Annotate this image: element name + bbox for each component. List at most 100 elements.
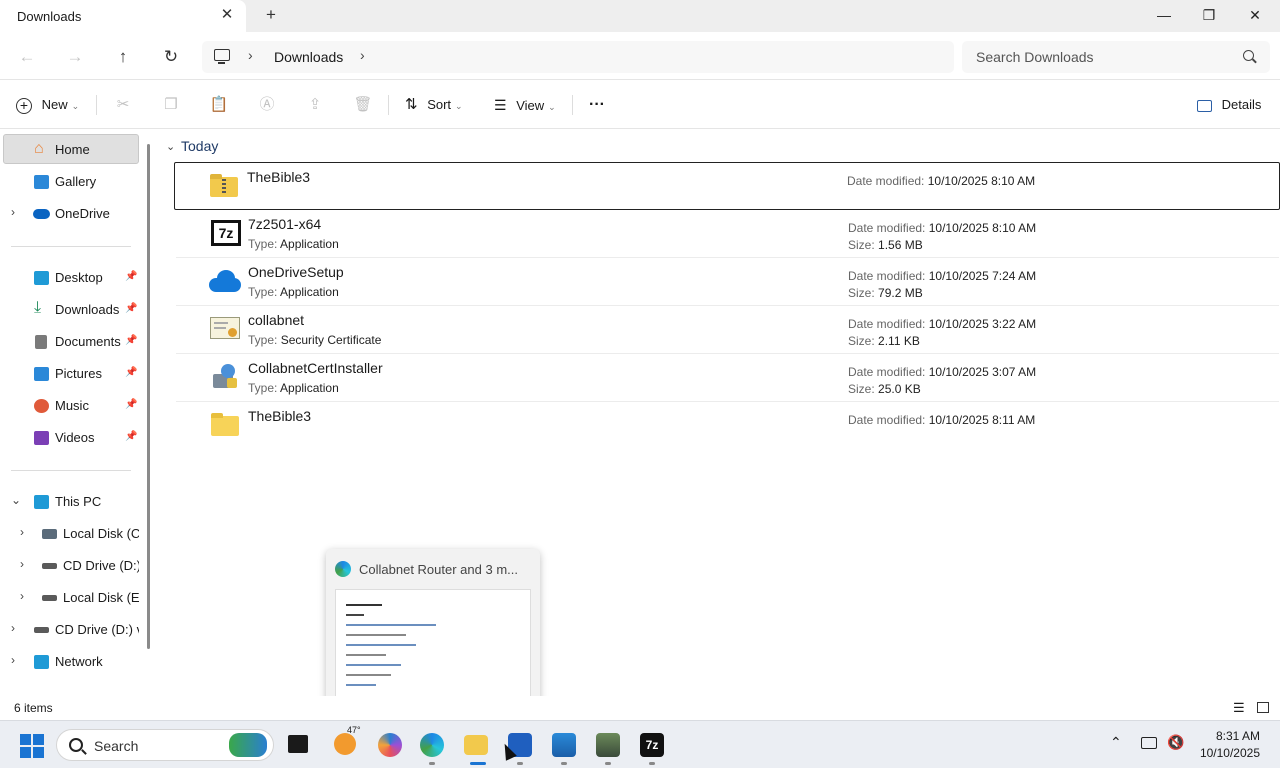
pin-icon[interactable]: 📌 — [125, 399, 137, 410]
search-icon[interactable] — [1243, 50, 1254, 61]
breadcrumb-separator-icon[interactable]: › — [360, 47, 365, 63]
sidebar-item-home[interactable]: ⌂ Home — [3, 134, 139, 164]
sort-button[interactable]: ⇅ Sort ⌄ — [405, 93, 463, 117]
app-icon[interactable] — [552, 733, 576, 757]
cut-icon[interactable]: ✂ — [111, 93, 135, 117]
copy-icon[interactable]: ❐ — [159, 93, 183, 117]
copilot-icon[interactable] — [378, 733, 402, 757]
videos-icon — [34, 431, 49, 445]
home-icon: ⌂ — [34, 140, 44, 157]
chevron-right-icon[interactable]: › — [20, 589, 24, 603]
clock-time[interactable]: 8:31 AM — [1202, 729, 1260, 743]
network-status-icon[interactable] — [1141, 737, 1157, 749]
sidebar-item-cd-drive-d-virtual[interactable]: › CD Drive (D:) vir — [0, 615, 140, 645]
forward-button[interactable]: → — [62, 44, 88, 70]
clock-date[interactable]: 10/10/2025 — [1194, 746, 1260, 760]
address-bar[interactable]: › Downloads › — [202, 41, 954, 73]
sidebar-item-videos[interactable]: Videos 📌 — [0, 423, 140, 453]
chevron-right-icon[interactable]: › — [11, 653, 15, 667]
rename-icon[interactable]: Ⓐ — [255, 93, 279, 117]
sidebar-item-onedrive[interactable]: › OneDrive — [0, 199, 140, 229]
chevron-right-icon[interactable]: › — [20, 557, 24, 571]
tiles-view-icon[interactable] — [1257, 702, 1269, 713]
pin-icon[interactable]: 📌 — [125, 271, 137, 282]
search-input[interactable]: Search Downloads — [962, 41, 1270, 73]
sidebar-item-local-disk-c[interactable]: › Local Disk (C:) — [0, 519, 140, 549]
navigation-pane: ⌂ Home Gallery › OneDrive Desktop 📌 ⤓ Do… — [0, 130, 157, 696]
taskbar-thumbnail-preview[interactable]: Collabnet Router and 3 m... — [326, 549, 540, 707]
sidebar-item-downloads[interactable]: ⤓ Downloads 📌 — [0, 295, 140, 325]
breadcrumb-separator-icon[interactable]: › — [248, 47, 253, 63]
sidebar-scrollbar[interactable] — [147, 144, 150, 649]
paste-icon[interactable]: 📋 — [207, 93, 231, 117]
search-placeholder: Search Downloads — [976, 49, 1094, 65]
up-button[interactable]: ↑ — [110, 44, 136, 70]
chevron-down-icon[interactable]: ⌄ — [11, 493, 21, 507]
chevron-right-icon[interactable]: › — [11, 621, 15, 635]
see-more-button[interactable]: ··· — [589, 93, 605, 117]
close-button[interactable]: ✕ — [1232, 0, 1278, 32]
7zip-icon[interactable]: 7z — [640, 733, 664, 757]
7zip-icon: 7z — [209, 218, 241, 248]
sidebar-item-documents[interactable]: Documents 📌 — [0, 327, 140, 357]
chevron-up-icon[interactable]: ⌃ — [1110, 734, 1122, 751]
sidebar-item-label: Pictures — [55, 366, 102, 381]
minimize-button[interactable]: — — [1141, 0, 1187, 32]
taskbar: Search 47° 7z ⌃ 🔇 8:31 AM 10/10/2025 — [0, 720, 1280, 768]
tab-close-icon[interactable]: ✕ — [218, 6, 236, 24]
installer-icon[interactable] — [596, 733, 620, 757]
group-header-today[interactable]: Today — [181, 138, 218, 154]
file-row[interactable]: TheBible3 Date modified: 10/10/2025 8:10… — [174, 162, 1280, 210]
weather-icon[interactable] — [334, 733, 356, 755]
file-type: Type: Application — [248, 381, 339, 395]
edge-icon[interactable] — [420, 733, 444, 757]
running-indicator — [429, 762, 435, 765]
sidebar-item-gallery[interactable]: Gallery — [0, 167, 140, 197]
pin-icon[interactable]: 📌 — [125, 367, 137, 378]
breadcrumb-downloads[interactable]: Downloads — [274, 49, 343, 65]
new-tab-button[interactable]: + — [262, 6, 280, 24]
details-view-icon[interactable]: ☰ — [1233, 700, 1245, 716]
refresh-button[interactable]: ↻ — [158, 44, 184, 70]
view-button[interactable]: ☰ View ⌄ — [494, 93, 556, 117]
chevron-right-icon[interactable]: › — [20, 525, 24, 539]
file-row[interactable]: 7z 7z2501-x64 Type: Application Date mod… — [176, 210, 1279, 258]
address-bar-row: ← → ↑ ↻ › Downloads › Search Downloads — [0, 34, 1280, 80]
volume-icon[interactable]: 🔇 — [1167, 734, 1184, 751]
sidebar-item-music[interactable]: Music 📌 — [0, 391, 140, 421]
maximize-button[interactable]: ❐ — [1186, 0, 1232, 32]
taskbar-search[interactable]: Search — [56, 729, 274, 761]
sidebar-item-network[interactable]: › Network — [0, 647, 140, 677]
tab-downloads[interactable]: Downloads ✕ — [0, 0, 246, 34]
chevron-down-icon[interactable]: ⌄ — [166, 140, 175, 153]
file-row[interactable]: OneDriveSetup Type: Application Date mod… — [176, 258, 1279, 306]
sidebar-item-desktop[interactable]: Desktop 📌 — [0, 263, 140, 293]
delete-icon[interactable]: 🗑 — [351, 93, 375, 117]
back-button[interactable]: ← — [14, 44, 40, 70]
folder-icon — [209, 410, 241, 440]
details-button[interactable]: Details — [1197, 93, 1261, 117]
share-icon[interactable]: ⇪ — [303, 93, 327, 117]
chevron-right-icon[interactable]: › — [11, 205, 15, 219]
this-pc-icon[interactable] — [214, 49, 230, 64]
sidebar-item-cd-drive-d[interactable]: › CD Drive (D:) v — [0, 551, 140, 581]
pin-icon[interactable]: 📌 — [125, 335, 137, 346]
file-row[interactable]: CollabnetCertInstaller Type: Application… — [176, 354, 1279, 402]
chevron-down-icon: ⌄ — [71, 101, 80, 111]
file-row[interactable]: TheBible3 Date modified: 10/10/2025 8:11… — [176, 402, 1279, 450]
sidebar-item-local-disk-e[interactable]: › Local Disk (E:) — [0, 583, 140, 613]
thumbnail-page-preview — [335, 589, 531, 701]
file-row[interactable]: collabnet Type: Security Certificate Dat… — [176, 306, 1279, 354]
cd-drive-icon — [42, 563, 57, 569]
pin-icon[interactable]: 📌 — [125, 303, 137, 314]
start-button[interactable] — [20, 734, 44, 758]
sidebar-item-pictures[interactable]: Pictures 📌 — [0, 359, 140, 389]
chevron-down-icon: ⌄ — [548, 102, 556, 112]
task-view-icon[interactable] — [288, 735, 308, 753]
sidebar-item-this-pc[interactable]: ⌄ This PC — [0, 487, 140, 517]
new-button[interactable]: + New ⌄ — [16, 93, 79, 117]
pin-icon[interactable]: 📌 — [125, 431, 137, 442]
file-explorer-icon[interactable] — [464, 735, 488, 755]
taskbar-search-label: Search — [94, 738, 139, 754]
chevron-down-icon: ⌄ — [455, 101, 463, 111]
